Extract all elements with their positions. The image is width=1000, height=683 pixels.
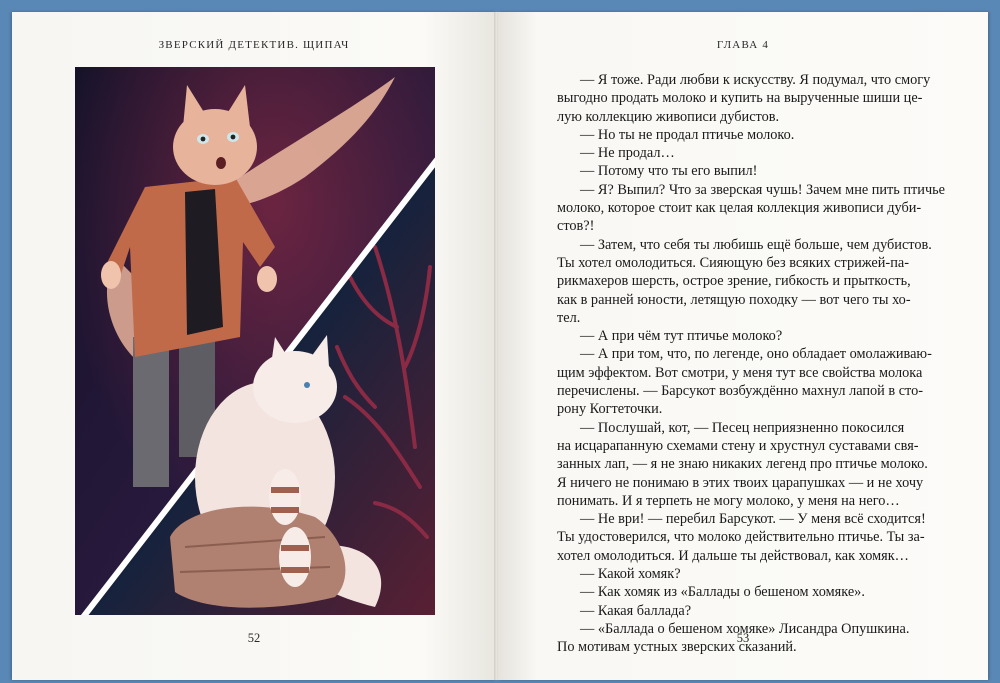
text-line: занных лап, — я не знаю никаких легенд п… [557, 456, 928, 473]
text-line: Ты удостоверился, что молоко действитель… [557, 529, 925, 546]
text-line: выгодно продать молоко и купить на выруч… [557, 90, 923, 107]
text-line: — Я тоже. Ради любви к искусству. Я поду… [580, 72, 931, 88]
text-line: — А при чём тут птичье молоко? [580, 328, 783, 345]
text-line: — А при том, что, по легенде, оно облада… [580, 346, 932, 363]
text-line: щим эффектом. Вот смотри, у меня тут все… [557, 364, 923, 381]
text-line: рикмахеров шерсть, острое зрение, гибкос… [557, 273, 911, 290]
text-line: — Не продал… [580, 145, 675, 162]
text-line: — Как хомяк из «Баллады о бешеном хомяке… [580, 584, 865, 601]
text-line: — Какой хомяк? [580, 566, 681, 583]
illustration-cat-and-arctic-fox [75, 67, 435, 615]
chapter-text: — Я тоже. Ради любви к искусству. Я поду… [557, 71, 949, 657]
text-line: рону Когтеточки. [557, 401, 663, 418]
text-line: — Но ты не продал птичье молоко. [580, 126, 795, 143]
right-page: ГЛАВА 4 — Я тоже. Ради любви к искусству… [498, 12, 988, 680]
text-line: перечислены. — Барсукот возбуждённо махн… [557, 383, 924, 400]
text-line: на исцарапанную схемами стену и хрустнул… [557, 437, 919, 454]
running-head-left: ЗВЕРСКИЙ ДЕТЕКТИВ. ЩИПАЧ [158, 39, 350, 51]
text-line: — Затем, что себя ты любишь ещё больше, … [580, 236, 932, 253]
page-number-right: 53 [736, 631, 750, 645]
text-line: понимать. И я терпеть не могу молоко, у … [557, 492, 900, 509]
running-head-right: ГЛАВА 4 [716, 39, 770, 51]
text-line: — Не ври! — перебил Барсукот. — У меня в… [580, 511, 926, 528]
left-page: ЗВЕРСКИЙ ДЕТЕКТИВ. ЩИПАЧ 52 [12, 12, 496, 680]
text-line: — Потому что ты его выпил! [580, 163, 758, 180]
text-line: — Послушай, кот, — Песец неприязненно по… [580, 419, 905, 436]
text-line: стов?! [557, 218, 595, 235]
text-line: Я ничего не понимаю в этих твоих царапуш… [557, 474, 924, 491]
text-line: — Какая баллада? [580, 602, 692, 619]
text-line: — Я? Выпил? Что за зверская чушь! Зачем … [580, 181, 946, 198]
text-line: тел. [557, 309, 581, 326]
text-line: как в ранней юности, летящую походку — в… [557, 291, 911, 308]
page-number-left: 52 [247, 631, 261, 645]
text-line: Ты хотел омолодиться. Сияющую без всяких… [557, 254, 909, 271]
text-line: молоко, которое стоит как целая коллекци… [557, 200, 922, 217]
text-line: лую коллекцию живописи дубистов. [557, 108, 780, 125]
text-line: хотел омолодиться. И дальше ты действова… [557, 547, 909, 564]
